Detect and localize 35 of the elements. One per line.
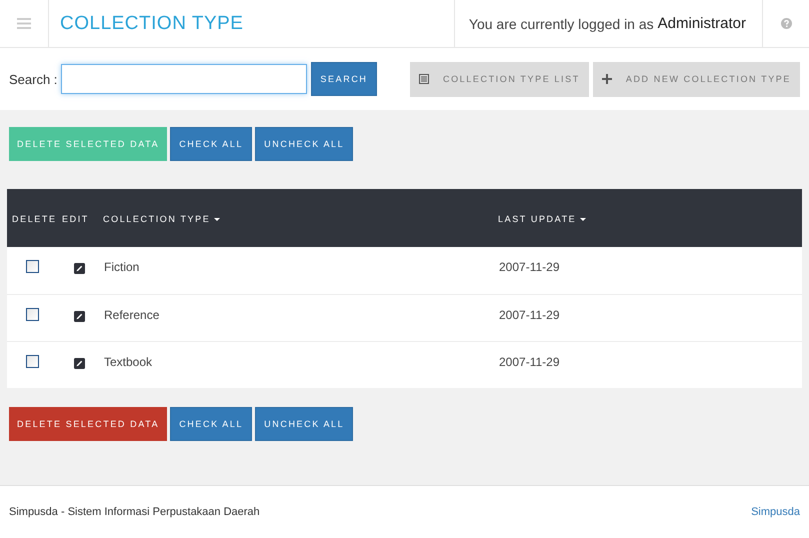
table-cell: Textbook <box>104 354 152 368</box>
column-header[interactable]: LAST UPDATE <box>498 214 576 224</box>
row-checkbox[interactable] <box>26 354 39 368</box>
table-cell: 2007-11-29 <box>499 308 560 322</box>
list-button[interactable]: COLLECTION TYPE LIST <box>410 62 589 96</box>
plus-icon <box>602 74 612 84</box>
add-button[interactable]: ADD NEW COLLECTION TYPE <box>592 62 800 96</box>
user-name: Administrator <box>658 15 746 32</box>
sort-caret-icon[interactable] <box>214 218 220 220</box>
delete-button[interactable]: DELETE SELECTED DATA <box>9 407 168 441</box>
search-label: Search : <box>9 72 58 86</box>
action-button[interactable]: UNCHECK ALL <box>255 407 354 441</box>
login-text: You are currently logged in as <box>468 16 654 32</box>
edit-icon[interactable] <box>74 358 85 368</box>
row-checkbox[interactable] <box>26 260 39 273</box>
action-button[interactable]: UNCHECK ALL <box>255 127 354 161</box>
page-title: COLLECTION TYPE <box>60 12 244 34</box>
footer-text: Simpusda - Sistem Informasi Perpustakaan Daerah <box>9 506 260 518</box>
table-cell: Reference <box>104 308 160 322</box>
row-checkbox[interactable] <box>26 308 39 320</box>
column-header: DELETE <box>12 214 57 224</box>
edit-icon[interactable] <box>74 310 85 322</box>
list-icon <box>418 74 429 84</box>
table-cell: 2007-11-29 <box>499 260 560 274</box>
column-header[interactable]: COLLECTION TYPE <box>103 214 210 224</box>
edit-icon[interactable] <box>74 263 85 274</box>
search-button[interactable]: SEARCH <box>311 62 377 96</box>
action-button[interactable]: CHECK ALL <box>170 407 252 441</box>
action-button[interactable]: CHECK ALL <box>170 127 252 161</box>
sort-caret-icon[interactable] <box>580 218 586 220</box>
footer-link[interactable]: Simpusda <box>751 506 800 518</box>
search-field[interactable] <box>61 64 308 94</box>
table-cell: 2007-11-29 <box>499 354 560 368</box>
column-header: EDIT <box>62 214 89 224</box>
table-cell: Fiction <box>104 260 140 274</box>
